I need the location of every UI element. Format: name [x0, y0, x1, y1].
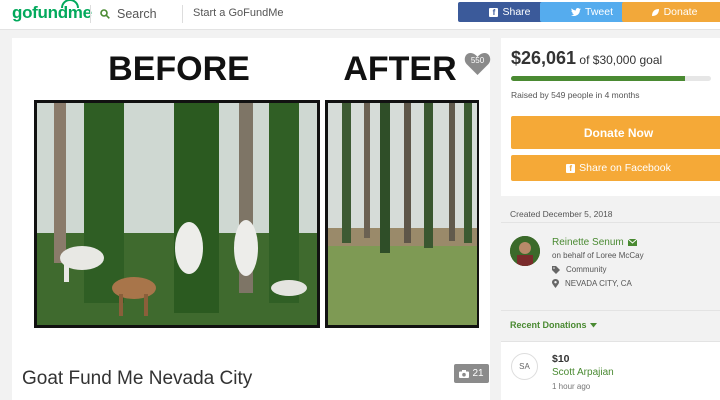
recent-donations-label: Recent Donations — [510, 320, 587, 330]
logo-sun-icon — [61, 0, 79, 8]
share-facebook-button[interactable]: f Share on Facebook — [511, 155, 720, 181]
facebook-icon: f — [489, 7, 499, 17]
recent-donations-toggle[interactable]: Recent Donations — [510, 320, 597, 330]
divider — [501, 222, 720, 223]
raised-by-text: Raised by 549 people in 4 months — [511, 90, 640, 100]
organizer-name: Reinette Senum — [552, 237, 624, 248]
donor-name[interactable]: Scott Arpajian — [552, 367, 614, 378]
tag-icon — [552, 265, 560, 274]
caret-down-icon — [589, 322, 597, 327]
divider — [90, 5, 91, 23]
campaign-title: Goat Fund Me Nevada City — [22, 368, 253, 389]
before-label: BEFORE — [108, 50, 250, 88]
divider — [182, 5, 183, 23]
campaign-card: BEFORE AFTER 550 21 — [12, 38, 491, 400]
start-gofundme-link[interactable]: Start a GoFundMe — [193, 7, 284, 19]
header-donate-button[interactable]: Donate — [622, 2, 720, 22]
leaf-icon — [651, 8, 659, 16]
after-label: AFTER — [343, 50, 456, 88]
envelope-icon[interactable] — [627, 239, 637, 246]
organizer-avatar[interactable] — [510, 236, 540, 266]
donor-avatar: SA — [511, 353, 538, 380]
raised-amount: $26,061 — [511, 48, 577, 68]
donation-amount: $10 — [552, 353, 570, 365]
search-link[interactable]: Search — [100, 5, 157, 23]
donate-now-button[interactable]: Donate Now — [511, 116, 720, 149]
facebook-icon: f — [566, 163, 576, 173]
organizer-behalf: on behalf of Loree McCay — [552, 251, 644, 260]
top-nav: gofundme Search Start a GoFundMe f Share… — [0, 0, 720, 30]
category-row[interactable]: Community — [552, 265, 606, 274]
twitter-icon — [570, 8, 581, 16]
heart-count: 550 — [470, 56, 485, 65]
avatar-image — [510, 236, 540, 266]
campaign-photo[interactable]: BEFORE AFTER — [24, 48, 479, 353]
location-label: NEVADA CITY, CA — [565, 279, 632, 288]
location-pin-icon — [552, 279, 559, 288]
raised-summary: $26,061 of $30,000 goal — [511, 48, 662, 69]
category-label: Community — [566, 265, 607, 274]
progress-bar — [511, 76, 711, 81]
progress-fill — [511, 76, 685, 81]
tweet-label: Tweet — [584, 6, 613, 18]
camera-icon — [459, 369, 470, 378]
donate-label: Donate — [663, 6, 698, 18]
divider — [501, 310, 720, 311]
photo-gallery-button[interactable]: 21 — [454, 364, 489, 383]
search-icon — [100, 9, 110, 19]
donation-time: 1 hour ago — [552, 382, 591, 391]
share-label: Share — [502, 6, 531, 18]
share-facebook-label: Share on Facebook — [579, 162, 671, 174]
search-label: Search — [117, 7, 157, 21]
goal-text: of $30,000 goal — [579, 53, 663, 67]
created-date: Created December 5, 2018 — [510, 209, 613, 219]
photo-count-label: 21 — [472, 368, 484, 379]
organizer-name-link[interactable]: Reinette Senum — [552, 237, 637, 248]
goal-card: $26,061 of $30,000 goal Raised by 549 pe… — [501, 38, 720, 196]
location-row: NEVADA CITY, CA — [552, 279, 632, 288]
